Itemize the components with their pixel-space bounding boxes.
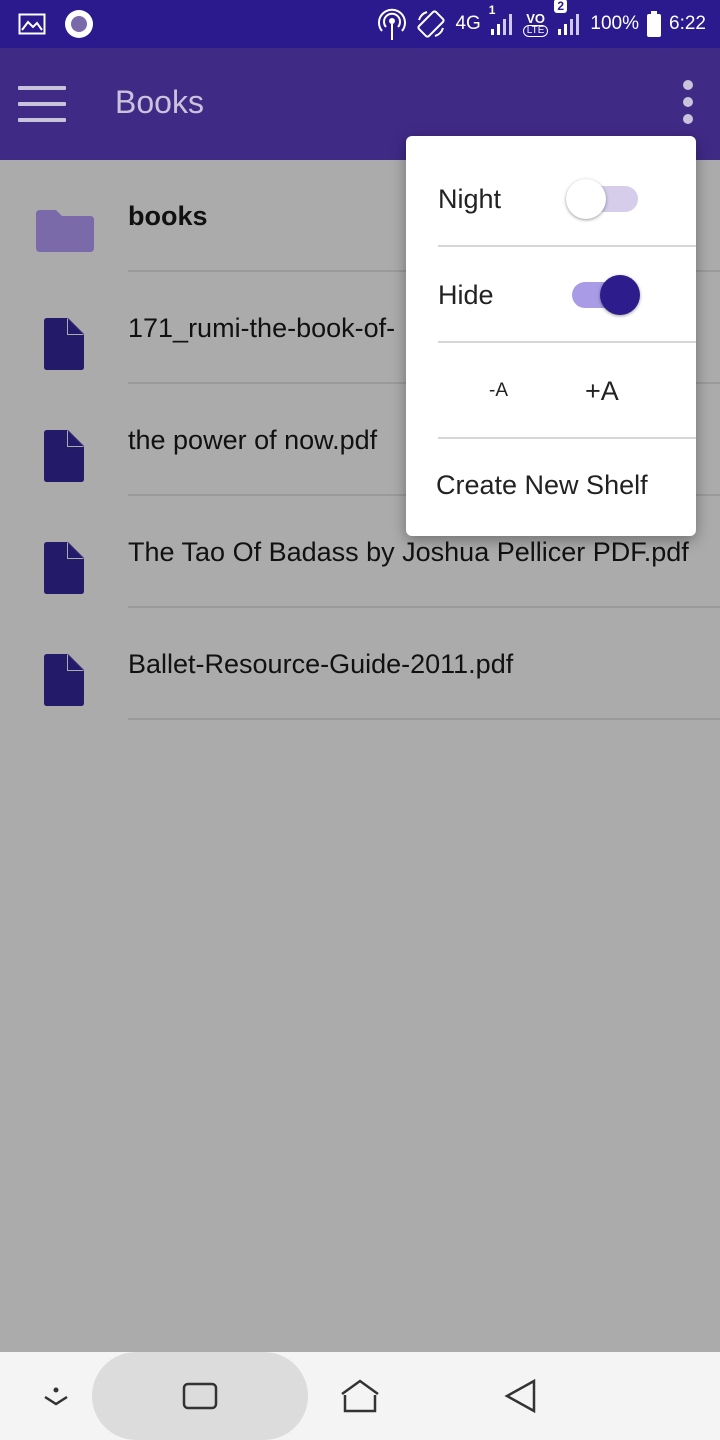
list-item-label: books [128,200,208,231]
create-shelf-label: Create New Shelf [436,469,648,500]
navigation-bar [0,1352,720,1440]
overflow-menu: Night Hide -A +A Create New Shelf [406,136,696,536]
volte-label: VO [526,10,545,26]
font-smaller-button[interactable]: -A [489,343,508,439]
network-type: 4G [455,13,481,34]
signal-icon: 1 [489,3,515,37]
file-icon [44,318,84,375]
list-item-label: 171_rumi-the-book-of- [128,312,396,343]
volte-icon: VO LTE [522,10,549,37]
sim2-label: 2 [554,0,568,13]
signal-icon: 2 [554,0,582,37]
home-icon[interactable] [338,1376,382,1416]
back-icon[interactable] [500,1376,540,1416]
gallery-icon [18,13,46,35]
recents-icon[interactable] [180,1378,220,1414]
menu-item-night[interactable]: Night [438,151,696,247]
page-title: Books [115,84,204,120]
hide-label: Hide [438,279,494,310]
lte-label: LTE [522,24,549,37]
menu-item-create-shelf[interactable]: Create New Shelf [436,437,696,533]
sim1-label: 1 [488,3,496,17]
battery-icon [647,11,662,37]
hide-toggle[interactable] [566,271,642,319]
folder-icon [36,210,94,257]
list-item-label: Ballet-Resource-Guide-2011.pdf [128,648,514,679]
divider [128,718,720,720]
night-toggle[interactable] [566,175,642,223]
hotspot-icon [377,7,407,41]
night-label: Night [438,183,502,214]
menu-item-hide[interactable]: Hide [438,247,696,343]
font-larger-button[interactable]: +A [585,343,619,439]
file-icon [44,654,84,711]
hamburger-icon[interactable] [18,86,66,122]
file-icon [44,542,84,599]
status-bar: 4G 1 VO LTE 2 100% 6:22 [0,0,720,48]
rotate-icon [415,8,447,40]
list-item-file[interactable]: Ballet-Resource-Guide-2011.pdf [0,608,720,720]
menu-item-font-size: -A +A [438,343,696,439]
notification-circle-icon [64,9,94,39]
list-item-label: the power of now.pdf [128,424,378,455]
file-icon [44,430,84,487]
clock: 6:22 [669,13,706,34]
battery-percent: 100% [590,13,640,34]
more-vert-icon[interactable] [672,80,704,126]
chevron-down-icon[interactable] [36,1376,76,1416]
